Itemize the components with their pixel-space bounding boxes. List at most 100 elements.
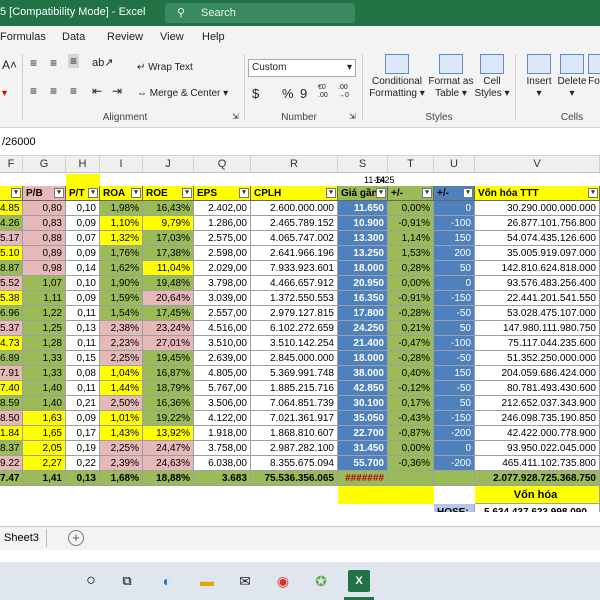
column-header-r[interactable]: R xyxy=(251,156,338,173)
table-cell[interactable]: -100 xyxy=(434,216,475,231)
table-cell[interactable]: 147.980.111.980.750 xyxy=(475,321,600,336)
table-cell[interactable]: 0,21% xyxy=(388,321,434,336)
table-cell[interactable]: 17.800 xyxy=(338,306,388,321)
table-cell[interactable]: 10.900 xyxy=(338,216,388,231)
table-cell[interactable]: 2.029,00 xyxy=(194,261,251,276)
table-cell[interactable]: 0 xyxy=(434,276,475,291)
table-cell[interactable]: 35.050 xyxy=(338,411,388,426)
table-cell[interactable]: 0,17 xyxy=(66,426,100,441)
table-cell[interactable]: 7.021.361.917 xyxy=(251,411,338,426)
number-launcher-icon[interactable]: ⇲ xyxy=(349,112,356,121)
table-cell[interactable]: 3.798,00 xyxy=(194,276,251,291)
table-cell[interactable]: -0,47% xyxy=(388,336,434,351)
table-cell[interactable]: 17,45% xyxy=(143,306,194,321)
table-cell[interactable]: 51.352.250.000.000 xyxy=(475,351,600,366)
table-cell[interactable]: -50 xyxy=(434,351,475,366)
column-header-u[interactable]: U xyxy=(434,156,475,173)
table-cell[interactable]: 1,25 xyxy=(23,321,66,336)
table-cell[interactable]: 1,14% xyxy=(388,231,434,246)
currency-button[interactable]: $ xyxy=(252,86,259,101)
table-cell[interactable]: 0,09 xyxy=(66,411,100,426)
table-cell[interactable]: 8.355.675.094 xyxy=(251,456,338,471)
table-cell[interactable]: 0,40% xyxy=(388,366,434,381)
table-cell[interactable]: 20.950 xyxy=(338,276,388,291)
table-cell[interactable]: 150 xyxy=(434,366,475,381)
format-as-table-button[interactable]: Format as Table ▾ xyxy=(428,54,474,100)
percent-button[interactable]: % xyxy=(282,86,294,101)
column-header-g[interactable]: G xyxy=(23,156,66,173)
chrome-icon[interactable]: ◉ xyxy=(272,570,294,592)
cortana-icon[interactable]: ○ xyxy=(80,570,102,592)
table-cell[interactable]: 7.40 xyxy=(0,381,23,396)
table-cell[interactable]: 6.038,00 xyxy=(194,456,251,471)
increase-decimal-button[interactable]: €0 .00 xyxy=(318,84,336,100)
add-sheet-icon[interactable]: + xyxy=(68,530,84,546)
format-cells-button[interactable]: Fo xyxy=(588,54,600,88)
table-cell[interactable]: 4.122,00 xyxy=(194,411,251,426)
tab-view[interactable]: View xyxy=(160,31,184,43)
table-cell[interactable]: 2.598,00 xyxy=(194,246,251,261)
table-cell[interactable]: -0,43% xyxy=(388,411,434,426)
table-cell[interactable]: 1,11 xyxy=(23,291,66,306)
table-cell[interactable]: 8.59 xyxy=(0,396,23,411)
table-cell[interactable]: 1.84 xyxy=(0,426,23,441)
table-cell[interactable]: 0 xyxy=(434,441,475,456)
table-cell[interactable]: 16,36% xyxy=(143,396,194,411)
table-cell[interactable]: 1,07 xyxy=(23,276,66,291)
table-cell[interactable]: 465.411.102.735.800 xyxy=(475,456,600,471)
align-middle-icon[interactable]: ≡ xyxy=(50,56,57,70)
table-cell[interactable]: 0,07 xyxy=(66,231,100,246)
header-cell[interactable]: Vốn hóa TTT ▾ xyxy=(475,186,600,201)
tab-formulas[interactable]: Formulas xyxy=(0,31,46,43)
formula-bar[interactable]: /26000 xyxy=(0,128,600,156)
header-cell[interactable]: Giá gần ▾ xyxy=(338,186,388,201)
table-cell[interactable]: 2,25% xyxy=(100,351,143,366)
filter-dropdown-icon[interactable]: ▾ xyxy=(182,188,192,198)
table-cell[interactable]: 1,59% xyxy=(100,291,143,306)
header-cell[interactable]: ▾ xyxy=(0,186,23,201)
table-cell[interactable]: 0,09 xyxy=(66,246,100,261)
align-center-icon[interactable]: ≡ xyxy=(50,84,57,98)
table-cell[interactable]: 2.575,00 xyxy=(194,231,251,246)
number-format-select[interactable]: Custom ▾ xyxy=(248,59,356,77)
edge-icon[interactable]: ◐ xyxy=(156,570,178,592)
table-cell[interactable]: 7.064.851.739 xyxy=(251,396,338,411)
table-cell[interactable]: 1,65 xyxy=(23,426,66,441)
table-cell[interactable]: 17,38% xyxy=(143,246,194,261)
table-cell[interactable]: 5.767,00 xyxy=(194,381,251,396)
table-cell[interactable]: 0,22 xyxy=(66,456,100,471)
table-cell[interactable]: 2.600.000.000 xyxy=(251,201,338,216)
table-cell[interactable]: 1,32% xyxy=(100,231,143,246)
filter-dropdown-icon[interactable]: ▾ xyxy=(11,188,21,198)
table-cell[interactable]: 204.059.686.424.000 xyxy=(475,366,600,381)
table-cell[interactable]: 0,09 xyxy=(66,216,100,231)
total-cell[interactable]: 75.536.356.065 xyxy=(251,471,338,486)
column-header-v[interactable]: V xyxy=(475,156,600,173)
column-header-i[interactable]: I xyxy=(100,156,143,173)
table-cell[interactable]: 1,63 xyxy=(23,411,66,426)
column-header-q[interactable]: Q xyxy=(194,156,251,173)
cell-t-info[interactable]: 11-6-25 xyxy=(364,174,394,186)
table-cell[interactable]: 0,09 xyxy=(66,291,100,306)
table-cell[interactable]: 246.098.735.190.850 xyxy=(475,411,600,426)
indent-decrease-icon[interactable]: ⇤ xyxy=(92,84,102,98)
file-explorer-icon[interactable]: ▬ xyxy=(196,570,218,592)
hose-label[interactable]: HOSE: xyxy=(434,504,475,512)
table-cell[interactable]: 0,00% xyxy=(388,201,434,216)
header-cell[interactable]: ROE ▾ xyxy=(143,186,194,201)
delete-button[interactable]: Delete ▾ xyxy=(556,54,588,100)
table-cell[interactable]: 8.37 xyxy=(0,441,23,456)
table-cell[interactable]: 19,45% xyxy=(143,351,194,366)
table-cell[interactable]: 80.781.493.430.600 xyxy=(475,381,600,396)
table-cell[interactable]: -0,87% xyxy=(388,426,434,441)
task-view-icon[interactable]: ⧉ xyxy=(116,570,138,592)
table-cell[interactable]: 9,79% xyxy=(143,216,194,231)
table-cell[interactable]: 19,22% xyxy=(143,411,194,426)
header-cell[interactable]: P/T ▾ xyxy=(66,186,100,201)
table-cell[interactable]: 2,38% xyxy=(100,321,143,336)
table-cell[interactable]: 3.510.142.254 xyxy=(251,336,338,351)
total-cell[interactable]: 7.47 xyxy=(0,471,23,486)
table-cell[interactable]: 8.50 xyxy=(0,411,23,426)
table-cell[interactable]: 4.516,00 xyxy=(194,321,251,336)
table-cell[interactable]: -200 xyxy=(434,426,475,441)
